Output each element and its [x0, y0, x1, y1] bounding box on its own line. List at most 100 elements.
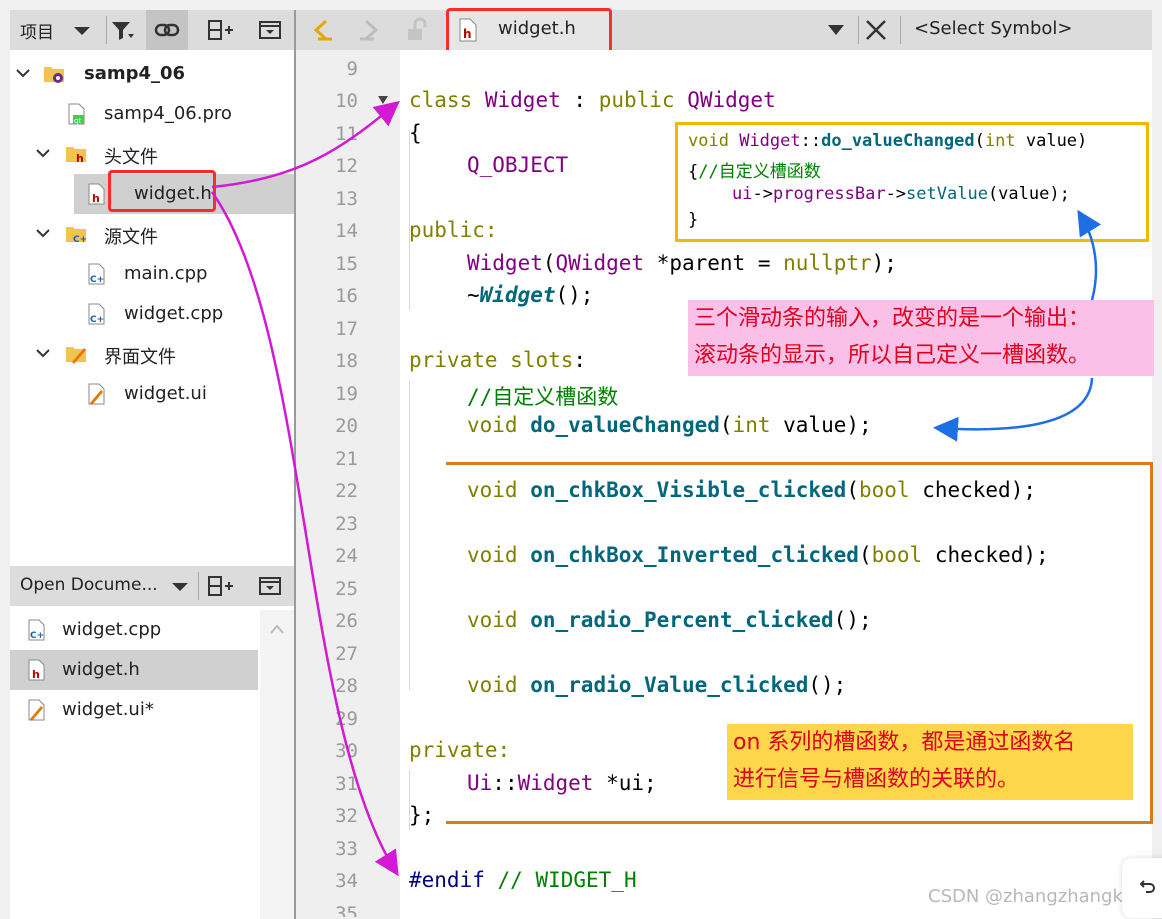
tree-item-pro-file[interactable]: qt samp4_06.pro	[10, 94, 294, 134]
open-doc-widget-ui[interactable]: widget.ui*	[10, 690, 258, 730]
chevron-down-icon[interactable]	[34, 344, 52, 362]
floating-action-button[interactable]	[1122, 858, 1162, 918]
tree-item-project[interactable]: samp4_06	[10, 54, 294, 94]
tree-item-label: widget.cpp	[124, 303, 224, 324]
code-token: do_valueChanged	[530, 413, 720, 437]
ui-file-icon	[88, 383, 105, 405]
line-number: 34	[335, 870, 358, 892]
open-documents-title[interactable]: Open Docume...	[20, 575, 158, 595]
open-doc-label: widget.cpp	[62, 619, 162, 640]
file-dropdown-icon[interactable]	[826, 22, 846, 38]
code-token: void	[688, 131, 729, 151]
code-line-19: //自定义槽函数	[467, 385, 619, 409]
fold-marker-icon[interactable]	[376, 94, 390, 106]
code-token: ::	[800, 131, 822, 151]
filter-icon[interactable]	[108, 16, 136, 44]
header-file-icon: h	[88, 183, 105, 205]
toolbar-separator	[106, 16, 107, 44]
code-token: class	[409, 88, 473, 112]
code-token: public	[598, 88, 675, 112]
tree-item-main-cpp[interactable]: C+ main.cpp	[10, 254, 294, 294]
header-file-icon: h	[28, 659, 45, 681]
line-number: 16	[335, 285, 358, 307]
open-doc-widget-h[interactable]: h widget.h	[10, 650, 258, 690]
forward-arrow-icon[interactable]	[356, 17, 384, 43]
note-line: void Widget::do_valueChanged(int value)	[688, 131, 1087, 151]
svg-text:C+: C+	[73, 235, 87, 245]
line-number: 12	[335, 155, 358, 177]
code-token: (value);	[987, 184, 1070, 204]
code-token: :	[573, 348, 587, 372]
lock-icon[interactable]	[404, 17, 430, 43]
line-number: 29	[335, 708, 358, 730]
tree-item-forms[interactable]: 界面文件	[10, 334, 294, 374]
code-line-15: Widget(QWidget *parent = nullptr);	[467, 251, 897, 275]
scroll-up-icon[interactable]	[268, 622, 286, 636]
ui-file-icon	[28, 699, 45, 721]
line-number: 22	[335, 480, 358, 502]
line-number: 20	[335, 415, 358, 437]
close-pane-icon[interactable]	[256, 16, 284, 44]
code-token: // WIDGET_H	[497, 868, 637, 892]
tree-item-label: 界面文件	[104, 347, 176, 368]
line-number: 35	[335, 903, 358, 917]
pro-file-icon: qt	[68, 103, 85, 125]
project-panel: 项目 samp4_06 qt samp4_06.pro h 头文件 h widg…	[10, 10, 294, 919]
code-line-14: public:	[409, 218, 498, 242]
dropdown-icon[interactable]	[166, 572, 194, 600]
note-text: 进行信号与槽函数的关联的。	[733, 767, 1020, 792]
line-number: 32	[335, 805, 358, 827]
split-icon[interactable]	[206, 16, 234, 44]
tree-item-label: 源文件	[104, 227, 158, 248]
code-token: void	[467, 413, 518, 437]
chevron-down-icon[interactable]	[34, 144, 52, 162]
line-number-gutter: 9 10 11 12 13 14 15 16 17 18 19 20 21 22…	[296, 50, 400, 919]
code-token: #endif	[409, 868, 485, 892]
note-line: }	[688, 210, 699, 230]
code-line-12: Q_OBJECT	[467, 153, 569, 177]
pink-explanation-note: 三个滑动条的输入，改变的是一个输出： 滚动条的显示，所以自己定义一槽函数。	[688, 300, 1154, 376]
yellow-explanation-note: on 系列的槽函数，都是通过函数名 进行信号与槽函数的关联的。	[727, 724, 1133, 800]
tree-item-headers[interactable]: h 头文件	[10, 134, 294, 174]
code-token: int	[732, 413, 771, 437]
svg-text:C+: C+	[90, 275, 104, 285]
chevron-down-icon[interactable]	[14, 64, 32, 82]
close-icon[interactable]	[864, 18, 888, 42]
dropdown-icon[interactable]	[68, 16, 96, 44]
tree-item-sources[interactable]: C+ 源文件	[10, 214, 294, 254]
line-number: 33	[335, 838, 358, 860]
project-view-title[interactable]: 项目	[20, 18, 54, 43]
line-number: 24	[335, 545, 358, 567]
tree-item-widget-ui[interactable]: widget.ui	[10, 374, 294, 414]
note-text: 滚动条的显示，所以自己定义一槽函数。	[694, 343, 1091, 368]
cpp-file-icon: C+	[28, 619, 45, 641]
back-arrow-icon[interactable]	[308, 17, 336, 43]
sync-toggle[interactable]	[146, 10, 188, 50]
open-doc-label: widget.h	[62, 659, 140, 680]
open-documents-scrollbar[interactable]	[260, 610, 294, 919]
code-line-20: void do_valueChanged(int value);	[467, 413, 872, 437]
toolbar-separator	[198, 572, 199, 600]
chevron-down-icon[interactable]	[34, 224, 52, 242]
open-doc-widget-cpp[interactable]: C+ widget.cpp	[10, 610, 258, 650]
symbol-select[interactable]: <Select Symbol>	[914, 18, 1072, 39]
split-icon[interactable]	[206, 572, 234, 600]
code-token: do_valueChanged	[821, 131, 975, 151]
code-token: ~	[467, 283, 480, 307]
code-token: Widget	[484, 88, 561, 112]
line-number: 27	[335, 643, 358, 665]
code-line-10: class Widget : public QWidget	[409, 88, 776, 112]
editor-toolbar: h widget.h <Select Symbol>	[296, 10, 1152, 50]
code-token: Widget	[479, 283, 556, 307]
line-number: 25	[335, 578, 358, 600]
toolbar-separator	[900, 16, 901, 44]
code-token: (	[719, 413, 733, 437]
code-token: Widget	[739, 131, 801, 151]
close-pane-icon[interactable]	[256, 572, 284, 600]
code-token: slots	[510, 348, 574, 372]
open-doc-label: widget.ui*	[62, 699, 154, 720]
line-number: 30	[335, 740, 358, 762]
line-number: 14	[335, 220, 358, 242]
tree-item-widget-cpp[interactable]: C+ widget.cpp	[10, 294, 294, 334]
open-documents-toolbar: Open Docume...	[10, 566, 294, 606]
